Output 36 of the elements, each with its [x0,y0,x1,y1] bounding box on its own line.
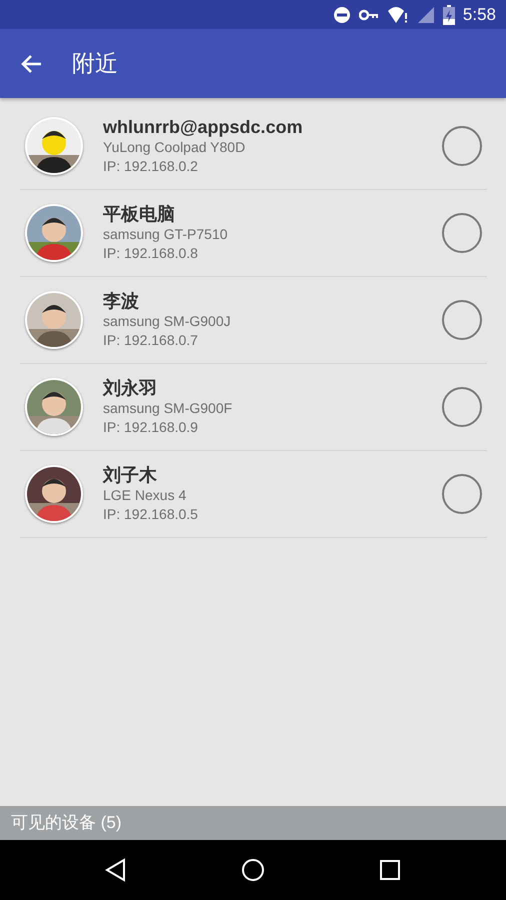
back-nav-button[interactable] [105,858,127,882]
ip-address: IP: 192.168.0.5 [103,505,199,524]
device-model: samsung GT-P7510 [103,225,229,244]
device-name: 李波 [103,290,140,312]
radio-button[interactable] [442,300,482,340]
home-button[interactable] [241,858,265,882]
back-arrow-icon [20,54,42,74]
radio-button[interactable] [442,474,482,514]
key-icon [358,8,379,20]
device-name: 刘永羽 [103,377,158,399]
radio-button[interactable] [442,213,482,253]
ip-address: IP: 192.168.0.2 [103,157,199,176]
back-triangle-icon [105,858,127,882]
battery-charging-icon [442,4,455,24]
device-model: LGE Nexus 4 [103,486,188,505]
signal-icon [416,6,435,24]
clock-time: 5:58 [462,4,496,26]
wifi-icon [386,6,409,24]
device-name: whlunrrb@appsdc.com [103,116,304,138]
device-count-label: 可见的设备 (5) [11,812,122,834]
page-title: 附近 [72,49,118,78]
recents-square-icon [379,859,401,881]
device-name: 刘子木 [103,464,158,486]
device-model: samsung SM-G900F [103,399,234,418]
back-button[interactable] [20,54,42,74]
device-model: samsung SM-G900J [103,312,232,331]
radio-button[interactable] [442,387,482,427]
ip-address: IP: 192.168.0.7 [103,331,199,350]
recents-button[interactable] [379,859,401,881]
radio-button[interactable] [442,126,482,166]
ip-address: IP: 192.168.0.9 [103,418,199,437]
home-circle-icon [241,858,265,882]
do-not-disturb-icon [332,6,351,24]
ip-address: IP: 192.168.0.8 [103,244,199,263]
device-model: YuLong Coolpad Y80D [103,138,246,157]
device-name: 平板电脑 [103,203,176,225]
